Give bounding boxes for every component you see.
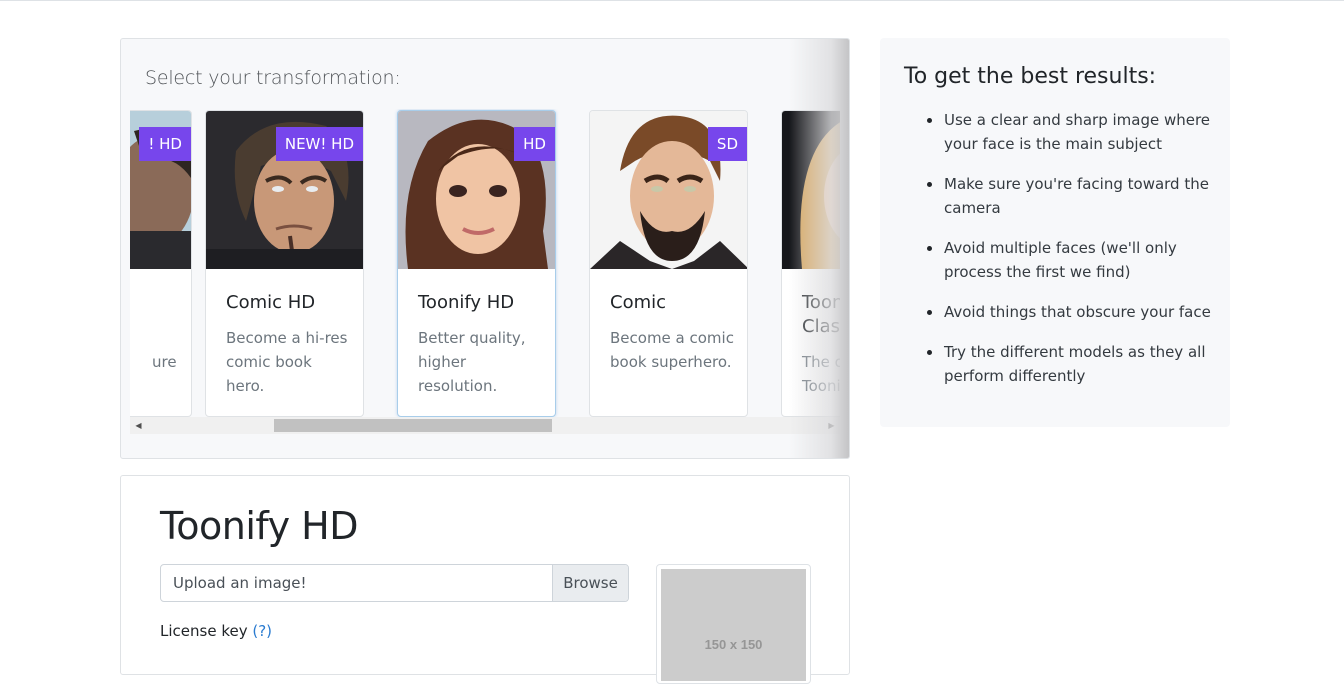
tip-text: Avoid multiple faces (we'll only process… [944, 239, 1177, 281]
scrollbar-thumb[interactable] [274, 419, 552, 432]
scroll-right-arrow-icon[interactable]: ▶ [823, 417, 840, 434]
card-badge: SD [707, 127, 747, 161]
image-preview-frame: 150 x 150 [656, 564, 811, 684]
license-key-label: License key (?) [160, 622, 272, 640]
image-file-input[interactable]: Upload an image! Browse [160, 564, 629, 602]
card-description: Become a comic book superhero. [610, 329, 734, 371]
tip-text: Make sure you're facing toward the camer… [944, 175, 1209, 217]
tips-panel: To get the best results: Use a clear and… [880, 38, 1230, 427]
file-input-placeholder[interactable]: Upload an image! [173, 565, 307, 601]
tip-text: Try the different models as they all per… [944, 343, 1206, 385]
transformation-carousel[interactable]: ! HD ure NEW! HD Comic HD Become a hi-re… [130, 109, 840, 435]
scroll-left-arrow-icon[interactable]: ◀ [130, 417, 147, 434]
tip-item: Use a clear and sharp image where your f… [927, 108, 1214, 156]
tip-item: Make sure you're facing toward the camer… [927, 172, 1214, 220]
transformation-card-comic[interactable]: SD Comic Become a comic book superhero. [589, 110, 748, 417]
card-title: Toonify Classic [802, 292, 840, 337]
carousel-scrollbar[interactable]: ◀ ▶ [130, 417, 840, 434]
tips-title: To get the best results: [904, 64, 1157, 89]
upload-panel: Toonify HD Upload an image! Browse Licen… [120, 475, 850, 684]
card-title: Toonify HD [418, 292, 515, 313]
bullet-icon [927, 310, 932, 315]
transformation-card-toonify-classic[interactable]: Toonify Classic The original Toonify [781, 110, 840, 417]
selected-model-heading: Toonify HD [160, 504, 359, 548]
card-description: The original Toonify [802, 353, 840, 395]
card-portrait [782, 111, 840, 269]
tip-text: Use a clear and sharp image where your f… [944, 111, 1211, 153]
tips-list: Use a clear and sharp image where your f… [927, 108, 1214, 404]
card-title: Comic [610, 292, 667, 313]
card-description: ure [152, 353, 177, 371]
transformation-selector-panel: Select your transformation: ! HD ure NEW… [120, 38, 850, 459]
license-help-link[interactable]: (?) [252, 622, 272, 640]
browse-button[interactable]: Browse [552, 565, 628, 601]
card-badge: ! HD [139, 127, 191, 161]
card-badge: NEW! HD [275, 127, 363, 161]
tip-item: Avoid multiple faces (we'll only process… [927, 236, 1214, 284]
selector-title: Select your transformation: [145, 67, 401, 89]
tip-item: Avoid things that obscure your face [927, 300, 1214, 324]
bullet-icon [927, 246, 932, 251]
bullet-icon [927, 118, 932, 123]
card-description: Become a hi-res comic book hero. [226, 329, 348, 395]
tip-text: Avoid things that obscure your face [944, 303, 1211, 321]
top-divider [0, 0, 1344, 1]
transformation-card-toonify-hd[interactable]: HD Toonify HD Better quality, higher res… [397, 110, 556, 417]
license-key-text: License key [160, 622, 248, 640]
card-badge: HD [514, 127, 555, 161]
bullet-icon [927, 350, 932, 355]
image-preview-placeholder: 150 x 150 [661, 569, 806, 681]
transformation-card-comic-hd[interactable]: NEW! HD Comic HD Become a hi-res comic b… [205, 110, 364, 417]
card-title: Comic HD [226, 292, 316, 313]
tip-item: Try the different models as they all per… [927, 340, 1214, 388]
bullet-icon [927, 182, 932, 187]
card-description: Better quality, higher resolution. [418, 329, 526, 395]
transformation-card[interactable]: ! HD ure [130, 110, 192, 417]
